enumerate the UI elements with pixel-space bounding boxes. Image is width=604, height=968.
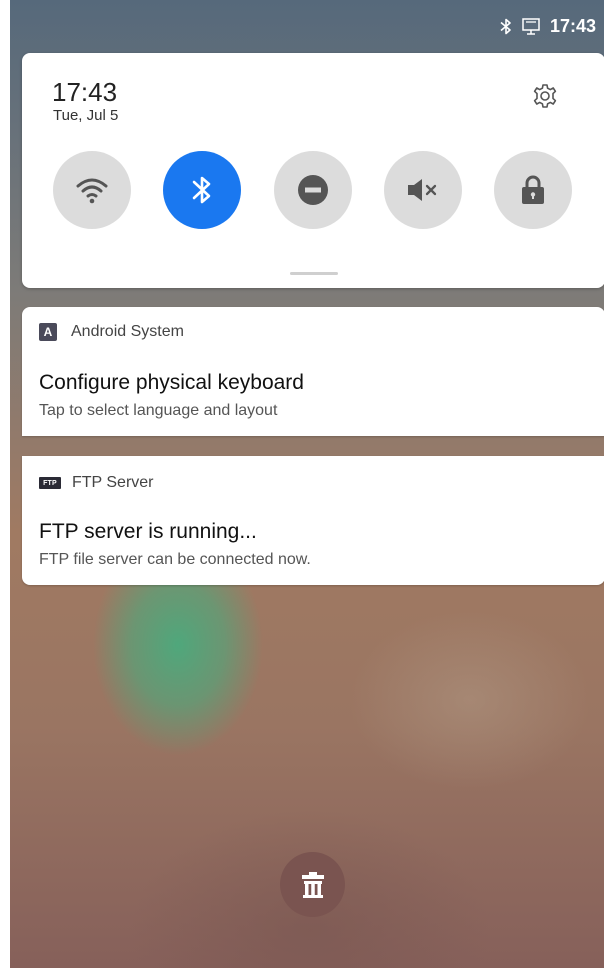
qs-date[interactable]: Tue, Jul 5 [53, 107, 118, 124]
wifi-icon [76, 178, 108, 204]
qs-clock[interactable]: 17:43 [52, 77, 117, 108]
mute-icon [408, 179, 437, 201]
settings-gear-icon[interactable] [530, 81, 560, 111]
notification-ftp-server[interactable]: FTP FTP Server FTP server is running... … [22, 456, 604, 585]
notification-text: Tap to select language and layout [39, 402, 278, 419]
status-bar-time: 17:43 [549, 15, 596, 36]
notification-text: FTP file server can be connected now. [39, 551, 311, 568]
screen-lock-tile[interactable] [494, 151, 572, 229]
notification-shade: 17:43 17:43 Tue, Jul 5 A Android System … [10, 0, 604, 968]
bluetooth-icon [500, 18, 512, 35]
notification-header: A Android System [39, 323, 184, 341]
notification-app-name: FTP Server [72, 474, 154, 491]
android-system-icon: A [39, 323, 57, 341]
notification-title: Configure physical keyboard [39, 371, 304, 394]
clear-all-button[interactable] [280, 852, 345, 917]
dnd-icon [298, 175, 328, 205]
trash-icon [301, 871, 324, 898]
do-not-disturb-tile[interactable] [274, 151, 352, 229]
lock-icon [522, 175, 544, 204]
expand-handle[interactable] [290, 272, 338, 275]
bluetooth-tile[interactable] [163, 151, 241, 229]
wifi-tile[interactable] [53, 151, 131, 229]
notification-title: FTP server is running... [39, 520, 257, 543]
status-bar: 17:43 [10, 0, 604, 52]
bluetooth-icon [192, 176, 211, 204]
ethernet-icon [522, 17, 540, 35]
ftp-icon: FTP [39, 477, 61, 489]
sound-tile[interactable] [384, 151, 462, 229]
notification-header: FTP FTP Server [39, 474, 154, 492]
notification-app-name: Android System [71, 323, 184, 340]
quick-settings-panel: 17:43 Tue, Jul 5 [22, 53, 604, 288]
notification-android-system[interactable]: A Android System Configure physical keyb… [22, 307, 604, 436]
